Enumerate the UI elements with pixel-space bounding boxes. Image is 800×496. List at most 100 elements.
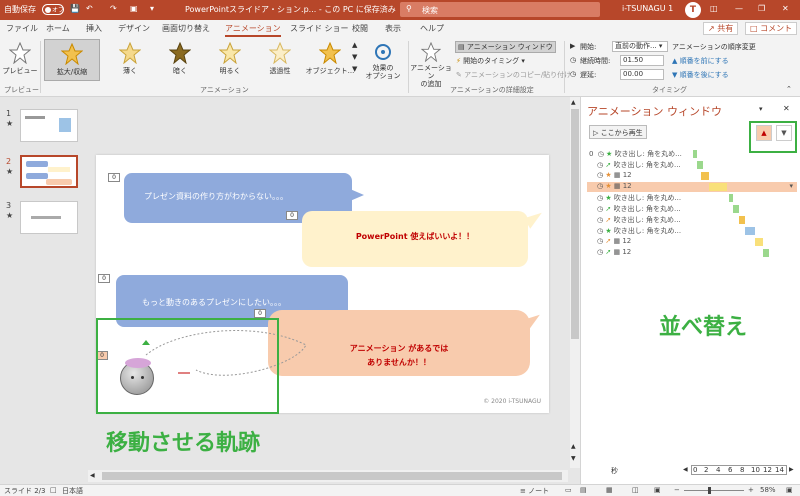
save-icon[interactable]: 💾: [70, 4, 80, 13]
fit-to-window-icon[interactable]: ▣: [786, 486, 793, 494]
tab-animations[interactable]: アニメーション: [225, 23, 281, 37]
effect-lighten[interactable]: 明るく: [202, 39, 258, 81]
move-up-button[interactable]: ▲: [756, 125, 772, 141]
normal-view-icon[interactable]: ▤: [580, 486, 587, 494]
animation-row[interactable]: 0 ◷ ★ 吹き出し: 角を丸め...: [589, 149, 789, 159]
scroll-up-icon[interactable]: ▲: [571, 99, 576, 106]
timeline-bar[interactable]: [693, 150, 697, 158]
restore-icon[interactable]: ❐: [758, 4, 765, 13]
animation-row[interactable]: ◷ ★ ▦ 12: [589, 171, 789, 181]
add-animation-button[interactable]: アニメーション の追加: [410, 39, 452, 88]
animation-painter-button[interactable]: ✎ アニメーションのコピー/貼り付け: [456, 70, 571, 80]
preview-button[interactable]: プレビュー: [0, 39, 40, 81]
timeline-bar[interactable]: [763, 249, 769, 257]
animation-window-button[interactable]: ▤ アニメーション ウィンドウ: [455, 41, 556, 53]
tab-insert[interactable]: 挿入: [86, 23, 102, 34]
animation-row[interactable]: ◷ ➚ ▦ 12: [589, 237, 789, 247]
close-icon[interactable]: ✕: [782, 4, 789, 13]
gallery-scroll-up-icon[interactable]: ▲: [352, 41, 357, 49]
effect-object-color[interactable]: オブジェクト...: [300, 39, 360, 81]
timeline-right-icon[interactable]: ▶: [789, 466, 794, 473]
play-from-button[interactable]: ▷ ここから再生: [589, 125, 647, 139]
delay-input[interactable]: 00.00: [620, 69, 664, 80]
duration-input[interactable]: 01.50: [620, 55, 664, 66]
zoom-slider[interactable]: [684, 487, 744, 494]
trigger-button[interactable]: ⚡ 開始のタイミング ▾: [456, 56, 525, 66]
duration-icon: ◷: [570, 56, 577, 64]
timeline-bar[interactable]: [697, 161, 703, 169]
tab-view[interactable]: 表示: [385, 23, 401, 34]
move-later-button[interactable]: ▼ 順番を後にする: [672, 70, 729, 80]
share-button[interactable]: ↗ 共有: [703, 22, 739, 35]
timeline-bar[interactable]: [755, 238, 763, 246]
slide-thumbnail-1[interactable]: [20, 109, 78, 142]
start-icon: ▶: [570, 42, 576, 50]
accessibility-icon[interactable]: □: [50, 486, 57, 494]
pane-options-icon[interactable]: ▾: [759, 105, 763, 113]
animation-row[interactable]: ◷ ★ 吹き出し: 角を丸め...: [589, 193, 789, 203]
tab-review[interactable]: 校閲: [352, 23, 368, 34]
zoom-level[interactable]: 58%: [760, 486, 776, 494]
tab-home[interactable]: ホーム: [46, 23, 70, 34]
comments-icon[interactable]: ▭: [565, 486, 572, 494]
animation-row[interactable]: ◷ ➚ ▦ 12: [589, 248, 789, 258]
start-select[interactable]: 直前の動作... ▾: [612, 41, 668, 52]
quick-access-icon[interactable]: ▾: [150, 4, 154, 13]
animation-row[interactable]: ◷ ➚ 吹き出し: 角を丸め...: [589, 215, 789, 225]
present-icon[interactable]: ▣: [130, 4, 138, 13]
collapse-ribbon-icon[interactable]: ⌃: [786, 85, 792, 93]
avatar[interactable]: T: [685, 2, 701, 18]
ribbon-display-icon[interactable]: ◫: [710, 4, 718, 13]
animation-row[interactable]: ◷ ➚ 吹き出し: 角を丸め...: [589, 160, 789, 170]
language-label[interactable]: 日本語: [62, 486, 83, 496]
slide-sorter-icon[interactable]: ▦: [606, 486, 613, 494]
timeline-bar[interactable]: [733, 205, 739, 213]
move-down-button[interactable]: ▼: [776, 125, 792, 141]
gallery-scroll-down-icon[interactable]: ▼: [352, 53, 357, 61]
timeline-bar[interactable]: [729, 194, 733, 202]
pane-close-icon[interactable]: ✕: [783, 104, 790, 113]
reading-view-icon[interactable]: ◫: [632, 486, 639, 494]
zoom-slider-handle[interactable]: [708, 487, 711, 494]
timeline-bar[interactable]: [709, 183, 727, 191]
tab-file[interactable]: ファイル: [6, 23, 38, 34]
animation-row[interactable]: ◷ ★ 吹き出し: 角を丸め...: [589, 226, 789, 236]
effect-desaturate[interactable]: 薄く: [102, 39, 158, 81]
scroll-thumb[interactable]: [102, 472, 562, 480]
tab-transitions[interactable]: 画面切り替え: [162, 23, 210, 34]
zoom-out-icon[interactable]: −: [674, 486, 680, 494]
next-slide-icon[interactable]: ▼: [571, 455, 576, 462]
timeline-bar[interactable]: [739, 216, 745, 224]
timeline-ruler[interactable]: 0 2 4 6 8 10 12 14: [691, 465, 787, 475]
effect-darken[interactable]: 暗く: [152, 39, 208, 81]
scroll-left-icon[interactable]: ◀: [90, 472, 95, 479]
speech-bubble-yellow[interactable]: PowerPoint 使えばいいよ！！: [302, 211, 528, 267]
zoom-in-icon[interactable]: +: [748, 486, 754, 494]
animation-row[interactable]: ◷ ➚ 吹き出し: 角を丸め...: [589, 204, 789, 214]
notes-button[interactable]: ≡ ノート: [520, 486, 549, 496]
row-dropdown-icon[interactable]: ▾: [789, 182, 793, 190]
slideshow-icon[interactable]: ▣: [654, 486, 661, 494]
prev-slide-icon[interactable]: ▲: [571, 443, 576, 450]
comment-button[interactable]: □ コメント: [745, 22, 798, 35]
undo-icon[interactable]: ↶: [86, 4, 93, 13]
effect-grow-shrink[interactable]: 拡大/収縮: [44, 39, 100, 81]
search-box[interactable]: ⚲ 検索: [400, 2, 600, 17]
effect-options-button[interactable]: 効果の オプション: [360, 39, 406, 81]
timeline-left-icon[interactable]: ◀: [683, 466, 688, 473]
vertical-scrollbar[interactable]: ▲ ▲ ▼: [570, 97, 580, 468]
slide-thumbnail-2[interactable]: [20, 155, 78, 188]
horizontal-scrollbar[interactable]: ◀: [88, 470, 568, 482]
slide-thumbnail-3[interactable]: [20, 201, 78, 234]
redo-icon[interactable]: ↷: [110, 4, 117, 13]
move-earlier-button[interactable]: ▲ 順番を前にする: [672, 56, 729, 66]
gallery-more-icon[interactable]: ▼: [352, 65, 357, 73]
timeline-bar[interactable]: [745, 227, 755, 235]
tab-design[interactable]: デザイン: [118, 23, 150, 34]
tab-slideshow[interactable]: スライド ショー: [290, 23, 349, 34]
timeline-bar[interactable]: [701, 172, 709, 180]
minimize-icon[interactable]: —: [735, 4, 743, 13]
tab-help[interactable]: ヘルプ: [420, 23, 444, 34]
scroll-thumb[interactable]: [571, 109, 579, 339]
animation-row-selected[interactable]: ◷ ★ ▦ 12 ▾: [587, 182, 797, 192]
